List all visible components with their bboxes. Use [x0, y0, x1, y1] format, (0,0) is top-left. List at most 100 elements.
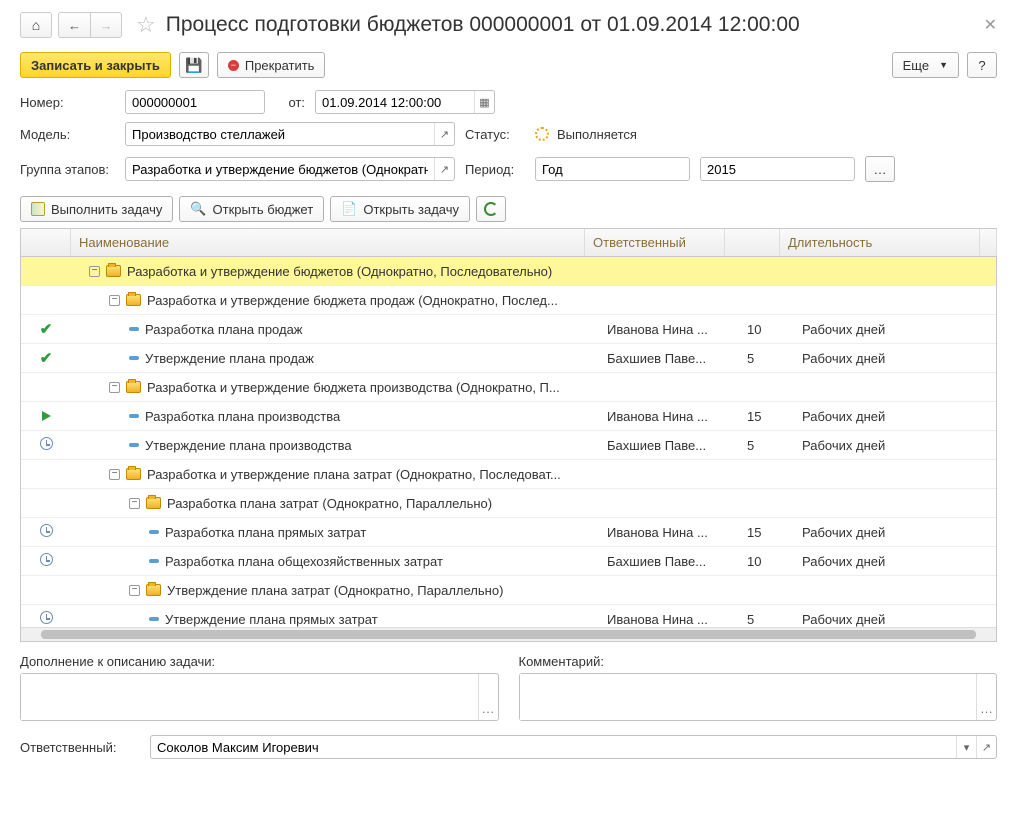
row-name: Разработка плана общехозяйственных затра…: [165, 554, 443, 569]
row-responsible: [601, 499, 741, 507]
table-row[interactable]: Утверждение плана производстваБахшиев Па…: [21, 431, 996, 460]
model-input[interactable]: [126, 127, 434, 142]
open-icon[interactable]: ↗: [434, 123, 454, 145]
open-budget-button[interactable]: 🔍 Открыть бюджет: [179, 196, 324, 222]
folder-icon: [126, 381, 141, 393]
row-name: Разработка и утверждение бюджета произво…: [147, 380, 560, 395]
horizontal-scrollbar[interactable]: [21, 627, 996, 641]
row-duration: 15: [741, 521, 796, 544]
row-responsible: Бахшиев Паве...: [601, 550, 741, 573]
row-name: Утверждение плана прямых затрат: [165, 612, 378, 627]
clock-icon: [40, 524, 53, 537]
row-duration: [741, 586, 796, 594]
forward-button[interactable]: →: [90, 12, 122, 38]
open-icon[interactable]: ↗: [976, 736, 996, 758]
responsible-label: Ответственный:: [20, 740, 140, 755]
period-year-input[interactable]: [701, 162, 854, 177]
row-name: Разработка и утверждение бюджета продаж …: [147, 293, 558, 308]
row-responsible: [601, 296, 741, 304]
comment-label: Комментарий:: [519, 654, 998, 669]
row-unit: [796, 470, 996, 478]
row-name: Утверждение плана затрат (Однократно, Па…: [167, 583, 503, 598]
row-unit: [796, 586, 996, 594]
table-row[interactable]: Разработка плана общехозяйственных затра…: [21, 547, 996, 576]
leaf-icon: [149, 617, 159, 621]
open-task-button[interactable]: 📄 Открыть задачу: [330, 196, 470, 222]
leaf-icon: [149, 559, 159, 563]
table-row[interactable]: Утверждение плана прямых затратИванова Н…: [21, 605, 996, 627]
addendum-label: Дополнение к описанию задачи:: [20, 654, 499, 669]
folder-icon: [146, 497, 161, 509]
row-responsible: [601, 267, 741, 275]
check-icon: ✔: [40, 321, 53, 338]
col-name[interactable]: Наименование: [71, 229, 585, 256]
close-button[interactable]: ✕: [984, 15, 997, 35]
stages-grid: Наименование Ответственный Длительность …: [20, 228, 997, 642]
spinner-icon: [535, 127, 549, 141]
refresh-button[interactable]: [476, 196, 506, 222]
open-budget-label: Открыть бюджет: [213, 202, 314, 217]
period-label: Период:: [465, 162, 525, 177]
table-row[interactable]: −Разработка и утверждение плана затрат (…: [21, 460, 996, 489]
leaf-icon: [129, 443, 139, 447]
collapse-icon[interactable]: −: [129, 585, 140, 596]
period-dots-button[interactable]: …: [865, 156, 895, 182]
table-row[interactable]: Разработка плана прямых затратИванова Ни…: [21, 518, 996, 547]
collapse-icon[interactable]: −: [89, 266, 100, 277]
group-label: Группа этапов:: [20, 162, 115, 177]
exec-task-button[interactable]: Выполнить задачу: [20, 196, 173, 222]
save-close-button[interactable]: Записать и закрыть: [20, 52, 171, 78]
row-duration: 5: [741, 434, 796, 457]
favorite-icon[interactable]: ☆: [136, 12, 156, 38]
table-row[interactable]: − Утверждение плана затрат (Однократно, П…: [21, 576, 996, 605]
responsible-input[interactable]: [151, 740, 956, 755]
row-unit: [796, 383, 996, 391]
table-row[interactable]: ✔Разработка плана продажИванова Нина ...…: [21, 315, 996, 344]
open-icon[interactable]: ↗: [434, 158, 454, 180]
folder-icon: [126, 468, 141, 480]
row-responsible: Бахшиев Паве...: [601, 347, 741, 370]
table-row[interactable]: −Разработка плана затрат (Однократно, Па…: [21, 489, 996, 518]
table-row[interactable]: ✔Утверждение плана продажБахшиев Паве...…: [21, 344, 996, 373]
row-unit: Рабочих дней: [796, 405, 996, 428]
status-value: Выполняется: [557, 127, 637, 142]
number-input[interactable]: [126, 95, 264, 110]
date-input[interactable]: [316, 95, 474, 110]
row-duration: [741, 383, 796, 391]
addendum-textarea[interactable]: [21, 674, 478, 720]
home-button[interactable]: ⌂: [20, 12, 52, 38]
dropdown-icon[interactable]: ▾: [956, 736, 976, 758]
help-button[interactable]: ?: [967, 52, 997, 78]
comment-textarea[interactable]: [520, 674, 977, 720]
collapse-icon[interactable]: −: [109, 295, 120, 306]
more-button[interactable]: Еще ▼: [892, 52, 959, 78]
back-button[interactable]: ←: [58, 12, 90, 38]
table-row[interactable]: − Разработка и утверждение бюджета произв…: [21, 373, 996, 402]
row-duration: 10: [741, 550, 796, 573]
table-row[interactable]: −Разработка и утверждение бюджетов (Одно…: [21, 257, 996, 286]
leaf-icon: [129, 356, 139, 360]
caret-down-icon: ▼: [939, 60, 948, 70]
table-row[interactable]: Разработка плана производстваИванова Нин…: [21, 402, 996, 431]
col-responsible[interactable]: Ответственный: [585, 229, 725, 256]
row-unit: Рабочих дней: [796, 521, 996, 544]
comment-dots-button[interactable]: …: [976, 674, 996, 720]
calendar-icon[interactable]: ▦: [474, 91, 494, 113]
collapse-icon[interactable]: −: [129, 498, 140, 509]
table-row[interactable]: − Разработка и утверждение бюджета продаж…: [21, 286, 996, 315]
floppy-icon: 💾: [185, 57, 202, 74]
stop-button[interactable]: − Прекратить: [217, 52, 326, 78]
leaf-icon: [129, 414, 139, 418]
collapse-icon[interactable]: −: [109, 382, 120, 393]
model-label: Модель:: [20, 127, 115, 142]
period-type-input[interactable]: [536, 162, 689, 177]
group-input[interactable]: [126, 162, 434, 177]
col-duration[interactable]: Длительность: [780, 229, 980, 256]
addendum-dots-button[interactable]: …: [478, 674, 498, 720]
row-name: Разработка плана производства: [145, 409, 340, 424]
open-task-label: Открыть задачу: [363, 202, 459, 217]
save-button[interactable]: 💾: [179, 52, 209, 78]
row-duration: [741, 499, 796, 507]
row-duration: [741, 267, 796, 275]
collapse-icon[interactable]: −: [109, 469, 120, 480]
